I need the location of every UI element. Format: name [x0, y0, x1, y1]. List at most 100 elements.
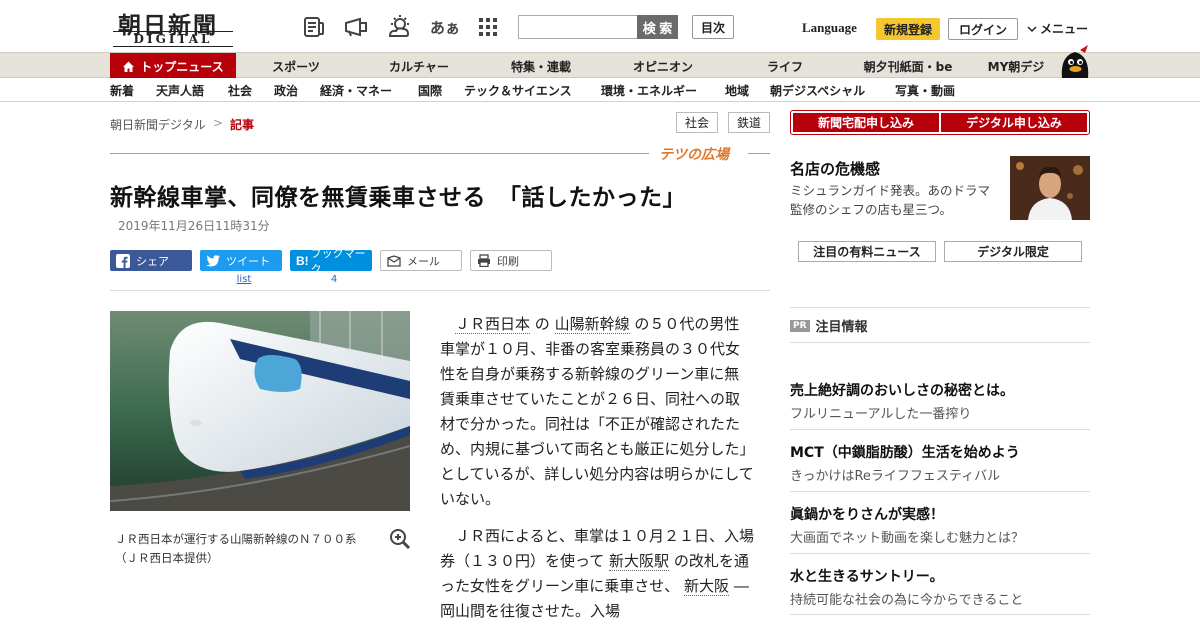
keyword-link[interactable]: ＪＲ西日本 — [455, 315, 531, 334]
divider — [790, 429, 1090, 430]
sub-nav: 新着 天声人語 社会 政治 経済・マネー 国際 テック＆サイエンス 環境・エネル… — [0, 78, 1200, 102]
pr-item-subtitle[interactable]: きっかけはReライフフェスティバル — [790, 465, 1000, 484]
divider — [790, 553, 1090, 554]
subnav-item[interactable]: 新着 — [110, 82, 134, 99]
keyword-link[interactable]: 山陽新幹線 — [554, 315, 630, 334]
article-paragraph: ＪＲ西日本 の 山陽新幹線 の５０代の男性車掌が１０月、非番の客室乗務員の３０代… — [440, 312, 754, 512]
mail-share-label: メール — [407, 254, 440, 268]
breadcrumb-current: 記事 — [230, 118, 255, 132]
nav-item-culture[interactable]: カルチャー — [360, 53, 478, 79]
subnav-item[interactable]: 朝デジスペシャル — [770, 82, 865, 99]
subscribe-box: 新聞宅配申し込み デジタル申し込み — [790, 110, 1090, 135]
hatena-bookmark-label: ブックマーク — [310, 246, 366, 276]
search-button[interactable]: 検 索 — [637, 15, 678, 39]
site-header: 朝日新聞 DIGITAL あぁ 検 索 目次 Language 新規登録 ログイ… — [0, 0, 1200, 52]
pr-heading: PR 注目情報 — [790, 316, 868, 335]
promo-title[interactable]: 名店の危機感 — [790, 158, 880, 179]
subscribe-print-button[interactable]: 新聞宅配申し込み — [793, 113, 939, 132]
hatena-icon: B! — [296, 253, 309, 268]
subnav-item[interactable]: 政治 — [274, 82, 298, 99]
section-banner[interactable]: テツの広場 — [659, 144, 729, 164]
subscribe-digital-button[interactable]: デジタル申し込み — [941, 113, 1087, 132]
text: の — [530, 315, 555, 333]
article-body: ＪＲ西日本 の 山陽新幹線 の５０代の男性車掌が１０月、非番の客室乗務員の３０代… — [440, 312, 754, 630]
nav-top-news-label: トップニュース — [140, 59, 224, 74]
home-icon — [123, 61, 135, 72]
nav-item-paper[interactable]: 朝夕刊紙面・be — [852, 53, 964, 79]
pr-item-title[interactable]: 眞鍋かをりさんが実感！ — [790, 504, 944, 524]
subnav-item[interactable]: 国際 — [418, 82, 442, 99]
pr-heading-label: 注目情報 — [815, 320, 868, 335]
twitter-count[interactable]: list — [200, 274, 288, 285]
mail-icon — [387, 254, 401, 267]
pr-item-title[interactable]: 水と生きるサントリー。 — [790, 566, 944, 586]
tag-society[interactable]: 社会 — [676, 112, 718, 133]
nav-item-sports[interactable]: スポーツ — [240, 53, 352, 79]
nav-item-features[interactable]: 特集・連載 — [482, 53, 600, 79]
menu-label: メニュー — [1040, 22, 1089, 36]
grid-icon[interactable] — [474, 14, 502, 40]
pr-item-title[interactable]: 売上絶好調のおいしさの秘密とは。 — [790, 380, 1014, 400]
print-button[interactable]: 印刷 — [470, 250, 552, 271]
site-logo-sub[interactable]: DIGITAL — [118, 32, 228, 46]
mail-share-button[interactable]: メール — [380, 250, 462, 271]
print-label: 印刷 — [497, 254, 519, 268]
zoom-icon[interactable] — [389, 528, 411, 550]
digital-only-button[interactable]: デジタル限定 — [944, 241, 1082, 262]
tag-railway[interactable]: 鉄道 — [728, 112, 770, 133]
promo-image[interactable] — [1010, 156, 1090, 220]
pr-item-subtitle[interactable]: 大画面でネット動画を楽しむ魅力とは？ — [790, 527, 1024, 546]
pr-item-subtitle[interactable]: 持続可能な社会の為に今からできること — [790, 589, 1023, 608]
twitter-share-label: ツイート — [226, 254, 270, 268]
hatena-bookmark-button[interactable]: B! ブックマーク — [290, 247, 372, 276]
logo-rule — [113, 46, 233, 47]
hatena-count[interactable]: 4 — [290, 274, 378, 285]
twitter-share-button[interactable]: ツイート — [200, 250, 282, 271]
subnav-item[interactable]: 地域 — [725, 82, 749, 99]
section-banner-rule — [748, 153, 770, 154]
twitter-icon — [206, 254, 220, 266]
nav-item-opinion[interactable]: オピニオン — [604, 53, 722, 79]
newspaper-icon[interactable] — [300, 14, 328, 40]
weather-icon[interactable] — [386, 14, 414, 40]
paid-news-button[interactable]: 注目の有料ニュース — [798, 241, 936, 262]
breadcrumb-home[interactable]: 朝日新聞デジタル — [110, 116, 206, 133]
divider — [790, 307, 1090, 308]
pr-item-title[interactable]: MCT（中鎖脂肪酸）生活を始めよう — [790, 442, 1020, 462]
divider — [790, 491, 1090, 492]
search-input[interactable] — [518, 15, 638, 39]
subnav-item[interactable]: 経済・マネー — [320, 82, 392, 99]
signup-button[interactable]: 新規登録 — [876, 18, 940, 40]
nav-top-news[interactable]: トップニュース — [110, 53, 236, 79]
facebook-share-button[interactable]: シェア — [110, 250, 192, 271]
pr-item-subtitle[interactable]: フルリニューアルした一番搾り — [790, 403, 971, 422]
mascot-icon[interactable] — [1058, 44, 1092, 78]
article-photo[interactable] — [110, 311, 410, 511]
facebook-share-label: シェア — [136, 254, 169, 268]
subnav-item[interactable]: 天声人語 — [156, 82, 204, 99]
pr-badge: PR — [790, 319, 810, 332]
article-title: 新幹線車掌、同僚を無賃乗車させる 「話したかった」 — [110, 185, 686, 211]
facebook-icon — [116, 253, 130, 268]
promo-description[interactable]: ミシュランガイド発表。あのドラマ監修のシェフの店も星三つ。 — [790, 181, 1000, 219]
article-paragraph: ＪＲ西によると、車掌は１０月２１日、入場券（１３０円）を使って 新大阪駅 の改札… — [440, 524, 754, 624]
subnav-item[interactable]: 環境・エネルギー — [601, 82, 697, 99]
nav-item-my-asadigi[interactable]: MY朝デジ — [976, 53, 1056, 79]
keyword-link[interactable]: 新大阪 — [684, 577, 730, 596]
keyword-link[interactable]: 新大阪駅 — [609, 552, 670, 571]
login-button[interactable]: ログイン — [948, 18, 1018, 40]
text: の５０代の男性車掌が１０月、非番の客室乗務員の３０代女性を自身が乗務する新幹線の… — [440, 315, 754, 508]
divider — [110, 290, 770, 291]
subnav-item[interactable]: 社会 — [228, 82, 252, 99]
language-link[interactable]: Language — [802, 20, 857, 36]
main-nav: トップニュース スポーツ カルチャー 特集・連載 オピニオン ライフ 朝夕刊紙面… — [0, 52, 1200, 79]
subnav-item[interactable]: 写真・動画 — [895, 82, 955, 99]
subnav-item[interactable]: テック＆サイエンス — [464, 82, 572, 99]
nav-item-life[interactable]: ライフ — [726, 53, 844, 79]
photo-caption: ＪＲ西日本が運行する山陽新幹線のＮ７００系（ＪＲ西日本提供） — [115, 532, 357, 565]
menu-button[interactable]: メニュー — [1026, 20, 1088, 37]
toc-button[interactable]: 目次 — [692, 15, 734, 39]
divider — [790, 614, 1090, 615]
megaphone-icon[interactable] — [342, 14, 370, 40]
font-size-icon[interactable]: あぁ — [430, 14, 460, 40]
